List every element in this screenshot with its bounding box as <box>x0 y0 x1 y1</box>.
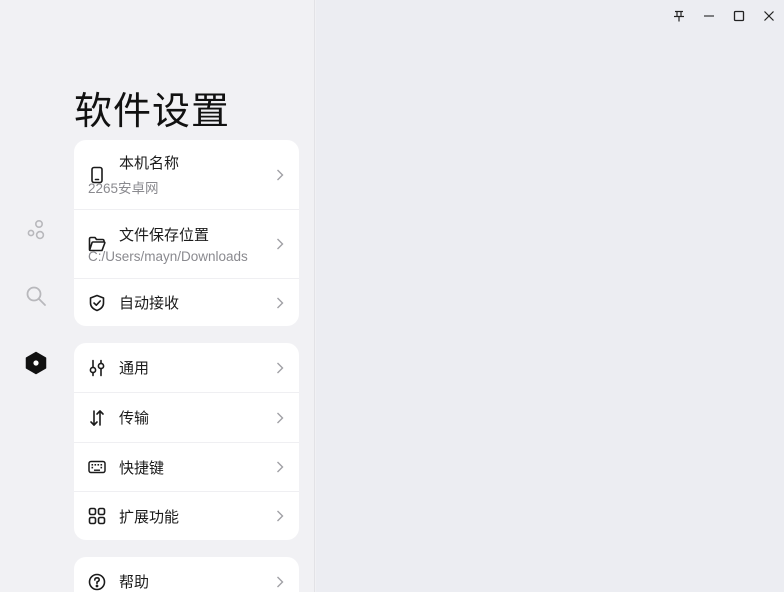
device-settings-card: 本机名称 2265安卓网 文件保存位置 C:/Users/mayn/Downlo… <box>74 140 299 326</box>
save-location-path: C:/Users/mayn/Downloads <box>88 249 248 264</box>
keyboard-icon <box>88 458 106 476</box>
extensions-label: 扩展功能 <box>119 508 180 526</box>
general-settings-card: 通用 传输 快捷键 扩展功能 <box>74 343 299 540</box>
settings-sidebar-pane: 软件设置 本机名称 2265安卓网 文件保存位置 C:/Users/mayn/D… <box>0 0 315 592</box>
close-icon[interactable] <box>754 1 784 31</box>
nearby-devices-icon[interactable] <box>24 218 48 242</box>
nav-rail <box>0 0 72 592</box>
sliders-icon <box>88 359 106 377</box>
extensions-row[interactable]: 扩展功能 <box>74 491 299 540</box>
shortcuts-row[interactable]: 快捷键 <box>74 442 299 491</box>
general-label: 通用 <box>119 360 150 377</box>
help-row[interactable]: 帮助 <box>74 557 299 592</box>
chevron-right-icon <box>275 411 285 425</box>
help-card: 帮助 <box>74 557 299 592</box>
transfer-row[interactable]: 传输 <box>74 392 299 442</box>
device-name-row[interactable]: 本机名称 2265安卓网 <box>74 140 299 209</box>
help-circle-icon <box>88 573 106 591</box>
chevron-right-icon <box>275 361 285 375</box>
detail-pane <box>316 0 784 592</box>
transfer-icon <box>88 409 106 427</box>
save-location-label: 文件保存位置 <box>119 227 210 244</box>
maximize-icon[interactable] <box>724 1 754 31</box>
transfer-label: 传输 <box>119 410 150 427</box>
shortcuts-label: 快捷键 <box>119 459 165 477</box>
chevron-right-icon <box>275 168 285 182</box>
page-title: 软件设置 <box>74 89 231 133</box>
chevron-right-icon <box>275 460 285 474</box>
chevron-right-icon <box>275 237 285 251</box>
general-row[interactable]: 通用 <box>74 343 299 392</box>
chevron-right-icon <box>275 296 285 310</box>
minimize-icon[interactable] <box>694 1 724 31</box>
window-controls <box>664 0 784 32</box>
save-location-row[interactable]: 文件保存位置 C:/Users/mayn/Downloads <box>74 209 299 278</box>
shield-check-icon <box>88 294 106 312</box>
chevron-right-icon <box>275 509 285 523</box>
pin-icon[interactable] <box>664 1 694 31</box>
apps-grid-icon <box>88 507 106 525</box>
help-label: 帮助 <box>119 574 150 591</box>
auto-receive-row[interactable]: 自动接收 <box>74 278 299 326</box>
auto-receive-label: 自动接收 <box>119 295 180 312</box>
chevron-right-icon <box>275 575 285 589</box>
device-name-value: 2265安卓网 <box>88 181 159 196</box>
settings-icon[interactable] <box>24 351 48 375</box>
device-name-label: 本机名称 <box>119 155 180 172</box>
search-icon[interactable] <box>24 284 48 308</box>
